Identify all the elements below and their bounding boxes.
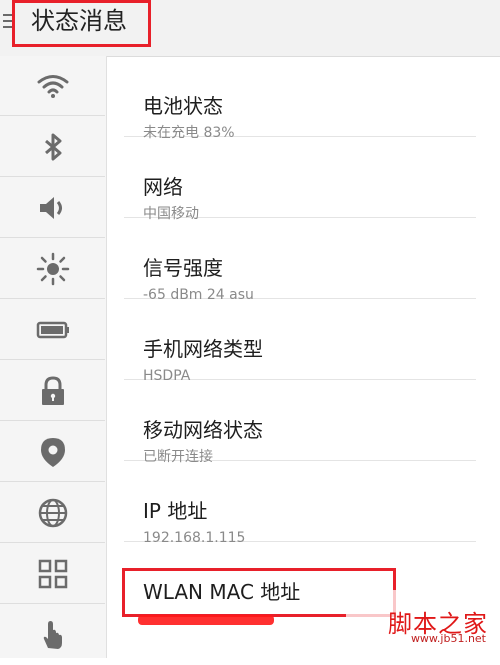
bluetooth-icon [44,133,61,160]
app-header: 状态消息 [0,0,500,57]
lock-icon [41,375,64,405]
row-title: 网络 [143,175,183,199]
watermark-url: www.jb51.net [410,632,486,645]
sidebar-item-security[interactable] [0,361,105,421]
row-title: 信号强度 [143,256,223,280]
battery-icon [36,321,69,338]
title-highlight-box [12,0,151,47]
status-row-battery[interactable]: 电池状态 未在充电 83% [124,56,476,141]
mac-redaction-mark [138,615,274,625]
settings-sidebar [0,56,107,658]
sidebar-item-language[interactable] [0,483,105,543]
sidebar-item-wifi[interactable] [0,56,105,116]
volume-icon [39,196,62,219]
row-title: 电池状态 [143,94,223,118]
watermark: 脚本之家 www.jb51.net [346,590,496,650]
sidebar-item-location[interactable] [0,422,105,482]
sidebar-item-gestures[interactable] [0,605,105,665]
status-content: 电池状态 未在充电 83% 网络 中国移动 信号强度 -65 dBm 24 as… [106,56,500,658]
status-row-network-type[interactable]: 手机网络类型 HSDPA [124,299,476,384]
status-row-ip[interactable]: IP 地址 192.168.1.115 [124,461,476,546]
status-row-signal[interactable]: 信号强度 -65 dBm 24 asu [124,218,476,303]
status-row-mobile-state[interactable]: 移动网络状态 已断开连接 [124,380,476,465]
row-title: 手机网络类型 [143,337,263,361]
touch-hand-icon [43,621,62,649]
sidebar-item-apps[interactable] [0,544,105,604]
sidebar-item-sound[interactable] [0,178,105,238]
globe-icon [38,498,67,527]
brightness-icon [36,252,69,285]
status-row-network[interactable]: 网络 中国移动 [124,137,476,222]
sidebar-item-battery[interactable] [0,300,105,360]
sidebar-item-bluetooth[interactable] [0,117,105,177]
location-icon [40,437,65,467]
sidebar-item-display[interactable] [0,239,105,299]
apps-grid-icon [38,559,67,588]
row-title: IP 地址 [143,499,208,523]
row-title: 移动网络状态 [143,418,263,442]
wifi-icon [37,74,68,98]
